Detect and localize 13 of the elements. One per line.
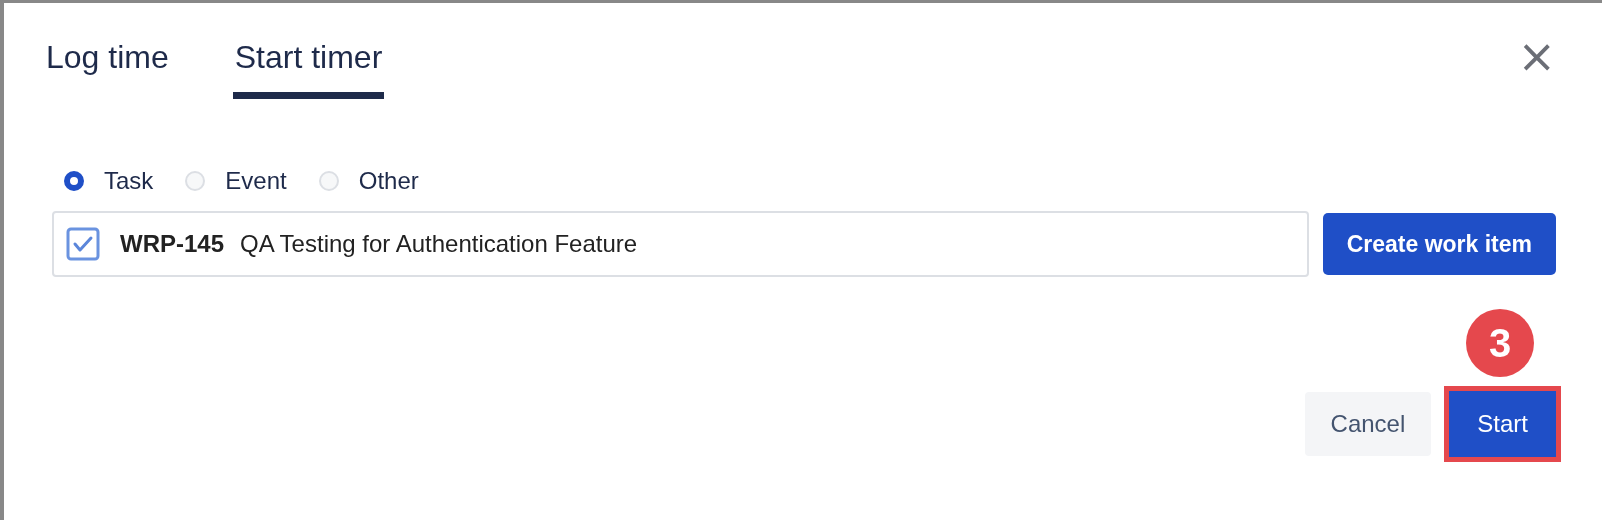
work-item-title: QA Testing for Authentication Feature <box>240 230 638 258</box>
step-badge: 3 <box>1466 309 1534 377</box>
create-work-item-button[interactable]: Create work item <box>1322 213 1556 275</box>
close-button[interactable]: × <box>1517 33 1556 79</box>
work-item-key: WRP-145 <box>120 230 225 258</box>
tab[interactable]: Start timer <box>232 29 385 99</box>
radio-label: Event <box>225 167 287 195</box>
work-item-field[interactable]: WRP-145 QA Testing for Authentication Feature <box>52 211 1309 277</box>
radio-button[interactable] <box>64 171 84 191</box>
tab[interactable]: Log time <box>44 29 171 99</box>
cancel-button[interactable]: Cancel <box>1304 392 1432 456</box>
radio-label: Task <box>104 167 154 195</box>
radio-label: Other <box>358 167 419 195</box>
